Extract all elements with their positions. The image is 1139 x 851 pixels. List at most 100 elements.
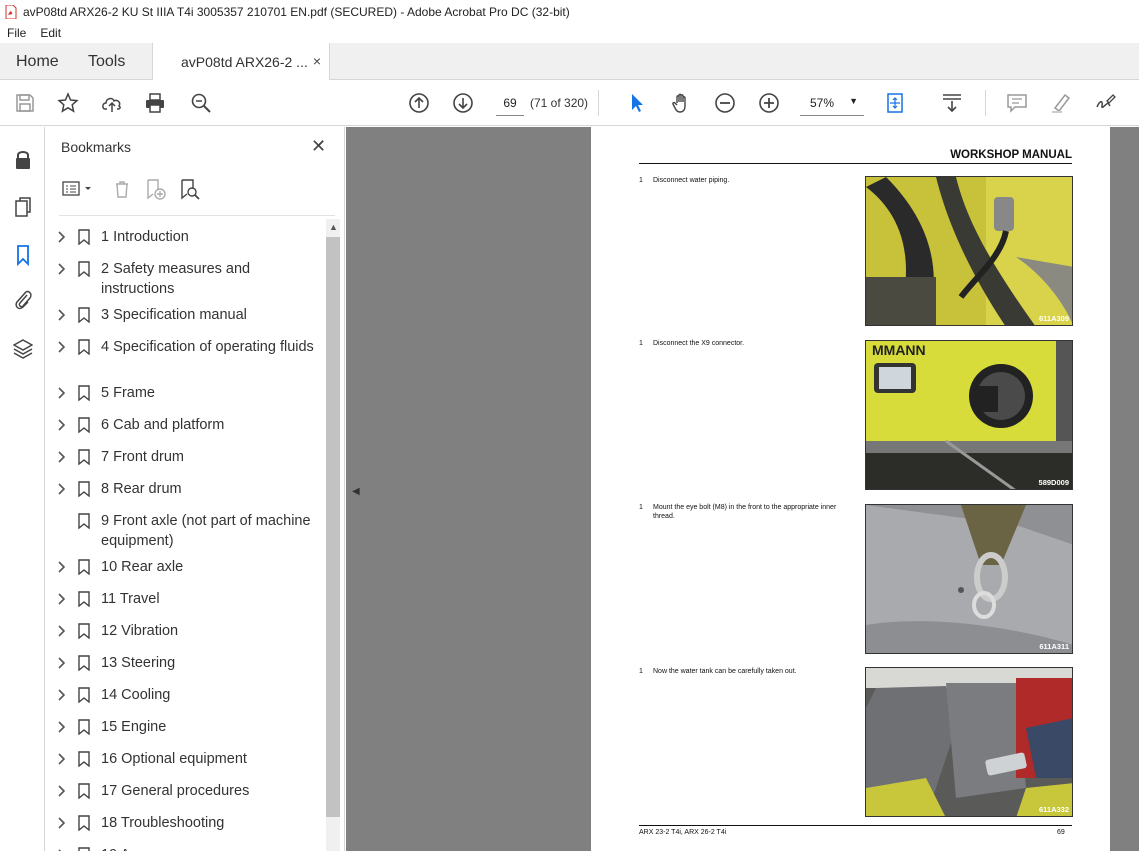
attachment-icon[interactable] xyxy=(11,288,35,312)
upload-icon[interactable] xyxy=(100,91,124,115)
chevron-right-icon[interactable] xyxy=(56,479,68,499)
photo-caption: 611A309 xyxy=(1038,314,1069,323)
divider xyxy=(59,215,335,216)
chevron-right-icon[interactable] xyxy=(56,781,68,801)
bookmark-icon xyxy=(78,719,90,736)
chevron-right-icon[interactable] xyxy=(56,653,68,673)
find-bookmark-icon[interactable] xyxy=(177,177,203,201)
bookmark-icon xyxy=(78,513,90,530)
sign-icon[interactable] xyxy=(1093,91,1117,115)
chevron-down-icon: ▼ xyxy=(849,96,858,106)
menu-edit[interactable]: Edit xyxy=(33,26,68,40)
chevron-right-icon[interactable] xyxy=(56,383,68,403)
highlight-icon[interactable] xyxy=(1049,91,1073,115)
tab-home[interactable]: Home xyxy=(0,43,72,80)
chevron-right-icon[interactable] xyxy=(56,447,68,467)
tab-close-button[interactable]: × xyxy=(313,53,321,69)
bookmark-label: 7 Front drum xyxy=(101,449,184,465)
photo-caption: 611A332 xyxy=(1038,805,1069,814)
comment-icon[interactable] xyxy=(1005,91,1029,115)
acrobat-app-icon xyxy=(5,4,17,19)
close-icon[interactable]: ✕ xyxy=(311,136,326,157)
bookmark-label: 13 Steering xyxy=(101,655,176,671)
bookmark-label: 1 Introduction xyxy=(101,229,189,245)
window-title: avP08td ARX26-2 KU St IIIA T4i 3005357 2… xyxy=(23,4,570,19)
bookmark-label: 11 Travel xyxy=(101,591,160,607)
bookmark-icon xyxy=(78,307,90,324)
layers-icon[interactable] xyxy=(11,336,35,360)
page-number-input[interactable]: 69 xyxy=(496,90,524,116)
bookmark-label: 15 Engine xyxy=(101,719,167,735)
header-rule xyxy=(639,163,1072,164)
bookmark-label: 4 Specification of operating fluids xyxy=(101,339,314,355)
search-zoom-icon[interactable] xyxy=(189,91,213,115)
step-number: 1 xyxy=(639,340,643,347)
chevron-right-icon[interactable] xyxy=(56,813,68,833)
toolbar-divider xyxy=(598,90,599,116)
lock-icon[interactable] xyxy=(11,148,35,172)
tab-document[interactable]: avP08td ARX26-2 ... × xyxy=(152,43,330,81)
photo-x9-connector: MMANN 589D009 xyxy=(865,340,1073,490)
bookmark-icon[interactable] xyxy=(11,243,35,267)
chevron-right-icon[interactable] xyxy=(56,749,68,769)
bookmark-icon xyxy=(78,783,90,800)
chevron-right-icon[interactable] xyxy=(56,589,68,609)
zoom-out-icon[interactable] xyxy=(713,91,737,115)
bookmark-label: 3 Specification manual xyxy=(101,307,247,323)
bookmark-icon xyxy=(78,481,90,498)
toolbar-divider xyxy=(985,90,986,116)
chevron-right-icon[interactable] xyxy=(56,415,68,435)
scroll-up-icon[interactable]: ▲ xyxy=(329,222,338,232)
chevron-right-icon[interactable] xyxy=(56,557,68,577)
bookmark-icon xyxy=(78,385,90,402)
scroll-mode-icon[interactable] xyxy=(940,91,964,115)
tab-document-label: avP08td ARX26-2 ... xyxy=(181,54,308,70)
scrollbar-thumb[interactable] xyxy=(326,237,340,817)
bookmarks-panel: Bookmarks ✕ 1 Introduction 2 Safety measu… xyxy=(45,127,345,851)
chevron-right-icon[interactable] xyxy=(56,259,68,279)
zoom-select[interactable]: 57% ▼ xyxy=(800,90,864,116)
chevron-right-icon[interactable] xyxy=(56,305,68,325)
pages-icon[interactable] xyxy=(11,195,35,219)
bookmark-icon xyxy=(78,655,90,672)
next-page-icon[interactable] xyxy=(451,91,475,115)
delete-icon[interactable] xyxy=(109,177,135,201)
options-menu-icon[interactable] xyxy=(61,177,95,201)
bookmark-icon xyxy=(78,339,90,356)
chevron-right-icon[interactable] xyxy=(56,845,68,851)
bookmark-star-icon[interactable] xyxy=(56,91,80,115)
print-icon[interactable] xyxy=(143,91,167,115)
chevron-right-icon[interactable] xyxy=(56,227,68,247)
bookmark-label: 16 Optional equipment xyxy=(101,751,247,767)
new-bookmark-icon[interactable] xyxy=(143,177,169,201)
photo-water-tank: 611A332 xyxy=(865,667,1073,817)
fit-page-icon[interactable] xyxy=(884,91,908,115)
chevron-right-icon[interactable] xyxy=(56,717,68,737)
prev-page-icon[interactable] xyxy=(407,91,431,115)
bookmark-icon xyxy=(78,847,90,851)
bookmark-label: 17 General procedures xyxy=(101,783,250,799)
chevron-right-icon[interactable] xyxy=(56,337,68,357)
page-header: WORKSHOP MANUAL xyxy=(950,149,1072,161)
bookmarks-scrollbar[interactable]: ▲ xyxy=(326,219,340,851)
bookmarks-title: Bookmarks xyxy=(61,139,132,155)
page-count: (71 of 320) xyxy=(530,96,589,110)
chevron-right-icon[interactable] xyxy=(56,621,68,641)
hand-icon[interactable] xyxy=(669,91,693,115)
step-description: Disconnect the X9 connector. xyxy=(653,340,745,347)
tab-tools[interactable]: Tools xyxy=(72,43,152,80)
chevron-right-icon[interactable] xyxy=(56,685,68,705)
footer-rule xyxy=(639,825,1072,826)
collapse-panel-icon[interactable]: ◀ xyxy=(352,486,360,497)
select-cursor-icon[interactable] xyxy=(625,91,649,115)
zoom-in-icon[interactable] xyxy=(757,91,781,115)
bookmark-label: 2 Safety measures and instructions xyxy=(101,261,251,297)
step-description: Now the water tank can be carefully take… xyxy=(653,668,797,675)
bookmark-icon xyxy=(78,687,90,704)
save-icon[interactable] xyxy=(13,91,37,115)
menu-file[interactable]: File xyxy=(0,26,33,40)
bookmark-label: 10 Rear axle xyxy=(101,559,184,575)
bookmark-label: 12 Vibration xyxy=(101,623,179,639)
bookmark-icon xyxy=(78,417,90,434)
bookmark-label: 6 Cab and platform xyxy=(101,417,225,433)
